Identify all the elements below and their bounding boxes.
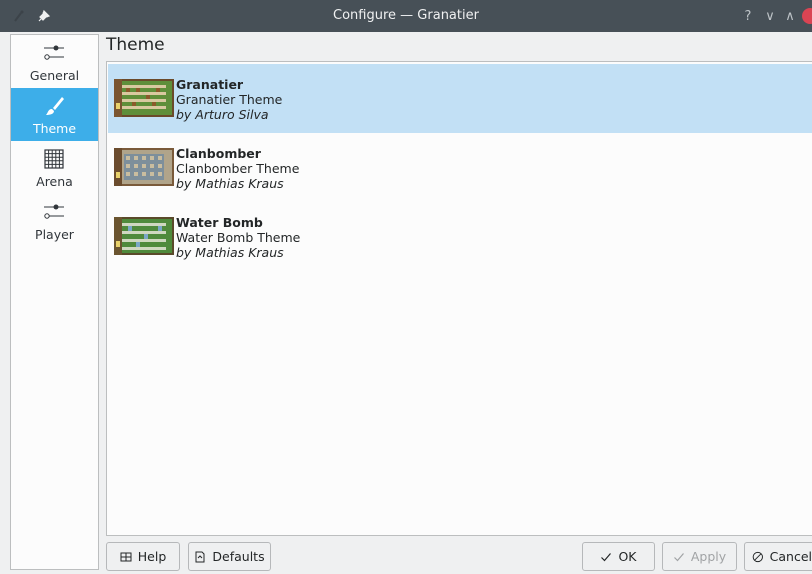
help-icon[interactable]: ? — [740, 8, 756, 24]
window-titlebar[interactable]: Configure — Granatier ? ∨ ∧ — [0, 0, 812, 32]
minimize-icon[interactable]: ∨ — [762, 8, 778, 24]
defaults-button-label: Defaults — [212, 549, 265, 564]
theme-description: Granatier Theme — [176, 92, 283, 107]
grid-icon — [44, 149, 64, 169]
apply-button[interactable]: Apply — [662, 542, 737, 571]
theme-list[interactable]: Granatier Granatier Theme by Arturo Silv… — [106, 61, 812, 536]
slider-icon — [44, 204, 64, 219]
sidebar-item-player[interactable]: Player — [11, 194, 98, 247]
document-icon — [195, 551, 205, 562]
sidebar-item-label: Arena — [36, 174, 73, 189]
theme-author: by Mathias Kraus — [176, 245, 284, 260]
theme-name: Clanbomber — [176, 146, 261, 161]
sidebar: General Theme Arena Player — [10, 34, 99, 570]
sidebar-item-arena[interactable]: Arena — [11, 141, 98, 194]
theme-item-water-bomb[interactable]: Water Bomb Water Bomb Theme by Mathias K… — [108, 202, 812, 271]
theme-name: Granatier — [176, 77, 244, 92]
cancel-button-label: Cancel — [769, 549, 812, 564]
help-button[interactable]: Help — [106, 542, 180, 571]
sidebar-item-label: General — [29, 68, 80, 83]
cancel-icon — [752, 551, 763, 562]
brush-icon — [46, 97, 64, 115]
theme-preview-icon — [114, 79, 174, 117]
sidebar-item-general[interactable]: General — [11, 35, 98, 88]
theme-description: Water Bomb Theme — [176, 230, 301, 245]
help-icon — [120, 552, 132, 561]
theme-item-clanbomber[interactable]: Clanbomber Clanbomber Theme by Mathias K… — [108, 133, 812, 202]
theme-preview-icon — [114, 217, 174, 255]
theme-author: by Mathias Kraus — [176, 176, 284, 191]
sidebar-item-label: Theme — [32, 121, 77, 136]
sidebar-item-theme[interactable]: Theme — [11, 88, 98, 141]
theme-description: Clanbomber Theme — [176, 161, 300, 176]
defaults-button[interactable]: Defaults — [188, 542, 271, 571]
ok-button-label: OK — [618, 549, 637, 564]
window-title: Configure — Granatier — [333, 8, 479, 23]
help-button-label: Help — [137, 549, 167, 564]
theme-author: by Arturo Silva — [176, 107, 269, 122]
sidebar-item-label: Player — [35, 227, 74, 242]
ok-button[interactable]: OK — [582, 542, 655, 571]
close-icon[interactable] — [802, 8, 812, 24]
slider-icon — [44, 45, 64, 60]
theme-preview-icon — [114, 148, 174, 186]
maximize-icon[interactable]: ∧ — [782, 8, 798, 24]
checkmark-icon — [673, 552, 684, 561]
theme-name: Water Bomb — [176, 215, 263, 230]
checkmark-icon — [601, 552, 612, 561]
page-title: Theme — [106, 35, 165, 55]
theme-item-granatier[interactable]: Granatier Granatier Theme by Arturo Silv… — [108, 64, 812, 133]
apply-button-label: Apply — [690, 549, 727, 564]
cancel-button[interactable]: Cancel — [744, 542, 812, 571]
